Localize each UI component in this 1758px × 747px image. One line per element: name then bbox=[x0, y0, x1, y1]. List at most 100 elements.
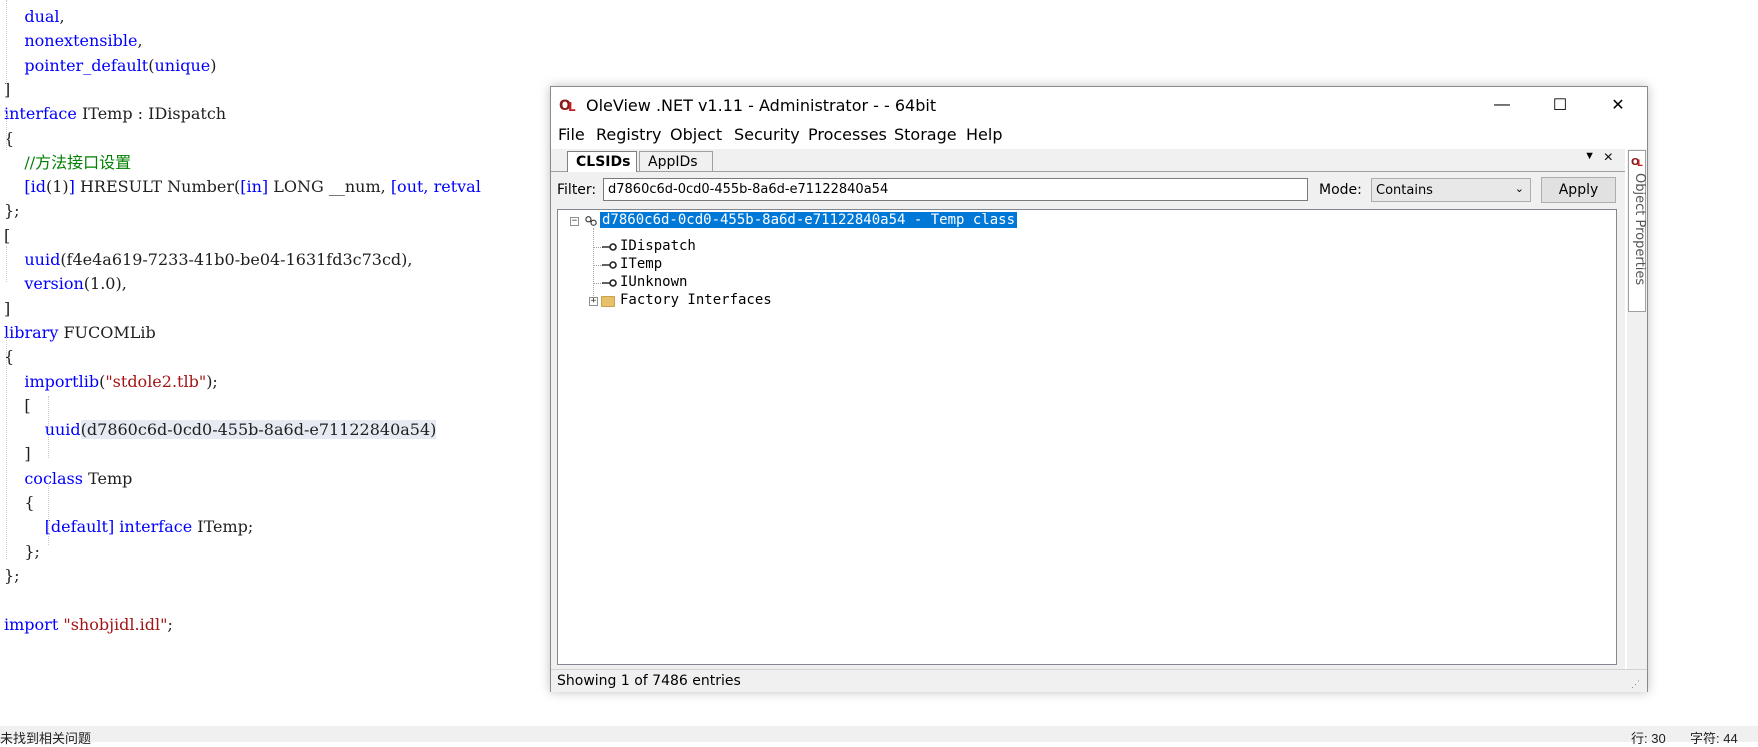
code-token: importlib bbox=[24, 371, 100, 391]
line-indicator[interactable]: 行: 30 bbox=[1631, 728, 1666, 747]
tree-node-interface[interactable]: ITemp bbox=[618, 254, 664, 274]
code-line[interactable]: coclass Temp bbox=[4, 467, 132, 491]
code-token: [default] bbox=[44, 517, 115, 537]
code-line[interactable]: //方法接口设置 bbox=[4, 151, 131, 175]
mode-label: Mode: bbox=[1319, 182, 1362, 198]
code-token: HRESULT Number( bbox=[74, 177, 241, 197]
code-token: FUCOMLib bbox=[58, 322, 156, 342]
code-line[interactable]: ] bbox=[4, 78, 10, 102]
code-line[interactable]: version(1.0), bbox=[4, 272, 127, 296]
object-properties-tab[interactable]: O L Object Properties bbox=[1628, 150, 1647, 312]
problems-status[interactable]: 未找到相关问题 bbox=[0, 728, 91, 747]
code-token: ITemp : IDispatch bbox=[76, 104, 227, 124]
code-token: "stdole2.tlb" bbox=[105, 371, 207, 391]
menu-processes[interactable]: Processes bbox=[808, 125, 887, 144]
tree-node-clsid[interactable]: d7860c6d-0cd0-455b-8a6d-e71122840a54 - T… bbox=[600, 210, 1018, 230]
menu-registry[interactable]: Registry bbox=[596, 125, 662, 144]
code-line[interactable]: importlib("stdole2.tlb"); bbox=[4, 370, 217, 394]
code-line[interactable]: dual, bbox=[4, 5, 64, 29]
code-token: [ bbox=[4, 395, 31, 415]
code-token: interface bbox=[119, 517, 193, 537]
menu-object[interactable]: Object bbox=[670, 125, 722, 144]
code-token: ITemp; bbox=[192, 517, 254, 537]
code-line[interactable]: }; bbox=[4, 540, 40, 564]
tree-node-label: ITemp bbox=[620, 256, 663, 272]
code-token: { bbox=[4, 493, 35, 512]
code-line[interactable]: library FUCOMLib bbox=[4, 321, 156, 345]
code-line[interactable]: import "shobjidl.idl"; bbox=[4, 613, 173, 637]
code-line[interactable]: [ bbox=[4, 224, 10, 248]
code-line[interactable]: }; bbox=[4, 564, 20, 588]
svg-text:L: L bbox=[1637, 159, 1643, 167]
title-bar[interactable]: O L OleView .NET v1.11 - Administrator -… bbox=[551, 87, 1647, 123]
folder-icon bbox=[601, 296, 615, 307]
mode-select[interactable]: Contains ⌄ bbox=[1371, 178, 1531, 202]
code-line[interactable]: ] bbox=[4, 442, 30, 466]
code-line[interactable]: { bbox=[4, 491, 35, 515]
apply-button[interactable]: Apply bbox=[1541, 177, 1616, 203]
code-token: unique bbox=[154, 55, 211, 75]
code-line[interactable]: nonextensible, bbox=[4, 29, 143, 53]
code-token: }; bbox=[4, 541, 40, 561]
tree-connector bbox=[593, 228, 594, 304]
minimize-button[interactable]: — bbox=[1473, 87, 1531, 123]
expand-toggle-icon[interactable]: + bbox=[589, 297, 598, 306]
interface-icon bbox=[602, 261, 617, 269]
filter-label: Filter: bbox=[557, 182, 597, 198]
filter-input[interactable] bbox=[603, 178, 1308, 201]
tree-node-interface[interactable]: IUnknown bbox=[618, 272, 689, 292]
tab-clsids[interactable]: CLSIDs bbox=[567, 151, 637, 172]
code-line[interactable]: ] bbox=[4, 297, 10, 321]
code-line[interactable]: [default] interface ITemp; bbox=[4, 515, 254, 539]
code-token: Temp bbox=[82, 468, 133, 488]
code-token: (d7860c6d-0cd0-455b-8a6d-e71122840a54) bbox=[80, 420, 437, 440]
code-token: (f4e4a619-7233-41b0-be04-1631fd3c73cd), bbox=[60, 250, 413, 269]
code-token: interface bbox=[4, 104, 77, 124]
clsid-tree-view[interactable]: − d7860c6d-0cd0-455b-8a6d-e71122840a54 -… bbox=[557, 209, 1617, 665]
code-token: [in] bbox=[240, 177, 269, 197]
code-token: import bbox=[4, 614, 59, 634]
code-token: , bbox=[137, 31, 143, 51]
tree-node-label: IUnknown bbox=[620, 274, 688, 290]
tree-node-interface[interactable]: IDispatch bbox=[618, 236, 698, 256]
maximize-button[interactable]: ☐ bbox=[1531, 87, 1589, 123]
menu-security[interactable]: Security bbox=[734, 125, 800, 144]
code-token: [id bbox=[24, 177, 46, 197]
tree-node-label: Factory Interfaces bbox=[620, 292, 772, 308]
resize-grip-icon[interactable]: ⋰ bbox=[1631, 679, 1641, 689]
menu-bar: File Registry Object Security Processes … bbox=[551, 123, 1647, 147]
tab-close-icon[interactable]: × bbox=[1604, 149, 1613, 167]
tab-list-dropdown-icon[interactable]: ▼ bbox=[1584, 150, 1595, 162]
status-text: Showing 1 of 7486 entries bbox=[557, 673, 741, 689]
code-token: library bbox=[4, 322, 59, 342]
code-line[interactable]: pointer_default(unique) bbox=[4, 54, 216, 78]
code-token: version bbox=[24, 274, 84, 294]
code-line[interactable]: [id(1)] HRESULT Number([in] LONG __num, … bbox=[4, 175, 481, 199]
tab-appids[interactable]: AppIDs bbox=[639, 151, 713, 171]
code-token: }; bbox=[4, 201, 20, 221]
window-status-bar: Showing 1 of 7486 entries ⋰ bbox=[551, 669, 1647, 692]
code-token: ] bbox=[4, 79, 11, 99]
code-token: ; bbox=[167, 614, 173, 634]
code-line[interactable]: uuid(f4e4a619-7233-41b0-be04-1631fd3c73c… bbox=[4, 248, 413, 272]
menu-file[interactable]: File bbox=[558, 125, 585, 144]
menu-storage[interactable]: Storage bbox=[894, 125, 957, 144]
indent-guide bbox=[6, 246, 7, 282]
menu-help[interactable]: Help bbox=[966, 125, 1002, 144]
collapse-toggle-icon[interactable]: − bbox=[570, 217, 579, 226]
code-line[interactable]: uuid(d7860c6d-0cd0-455b-8a6d-e71122840a5… bbox=[4, 418, 437, 442]
code-line[interactable]: [ bbox=[4, 394, 31, 418]
tree-node-factory-interfaces[interactable]: Factory Interfaces bbox=[618, 290, 774, 310]
close-button[interactable]: ✕ bbox=[1589, 87, 1647, 123]
code-line[interactable]: }; bbox=[4, 199, 20, 223]
code-token: //方法接口设置 bbox=[24, 152, 132, 172]
mode-selected-value: Contains bbox=[1376, 183, 1433, 198]
indent-guide bbox=[48, 396, 49, 458]
char-indicator[interactable]: 字符: 44 bbox=[1690, 728, 1738, 747]
code-token: (1.0), bbox=[83, 274, 127, 294]
code-token: }; bbox=[4, 565, 20, 585]
code-line[interactable]: interface ITemp : IDispatch bbox=[4, 102, 226, 126]
